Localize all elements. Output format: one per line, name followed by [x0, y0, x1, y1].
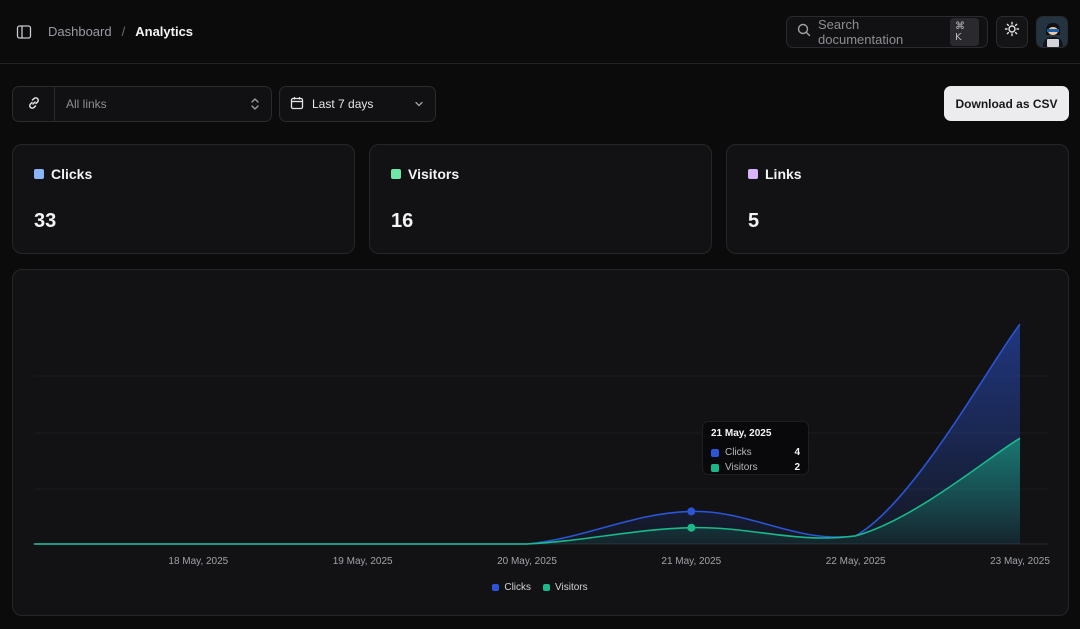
- tooltip-visitors-value: 2: [794, 462, 800, 473]
- point-visitors-4: [687, 523, 696, 532]
- x-tick-label: 20 May, 2025: [497, 556, 557, 567]
- point-clicks-4: [687, 507, 696, 516]
- legend-item-visitors[interactable]: Visitors: [543, 582, 588, 593]
- legend-visitors-label: Visitors: [555, 582, 588, 593]
- legend-item-clicks[interactable]: Clicks: [492, 582, 531, 593]
- chart-legend: Clicks Visitors: [0, 582, 1080, 593]
- legend-visitors-swatch: [543, 584, 551, 591]
- tooltip-visitors-label: Visitors: [725, 462, 758, 473]
- tooltip-row-clicks: Clicks 4: [711, 445, 800, 460]
- chart-tooltip: 21 May, 2025 Clicks 4 Visitors 2: [702, 421, 809, 475]
- tooltip-title: 21 May, 2025: [711, 428, 772, 439]
- x-tick-label: 22 May, 2025: [826, 556, 886, 567]
- line-clicks: [34, 323, 1021, 545]
- analytics-area-chart: 18 May, 2025 19 May, 2025 20 May, 2025 21 M…: [33, 323, 1050, 567]
- tooltip-clicks-label: Clicks: [725, 447, 752, 458]
- x-tick-label: 18 May, 2025: [168, 556, 228, 567]
- legend-clicks-label: Clicks: [504, 582, 532, 593]
- x-tick-label: 19 May, 2025: [333, 556, 393, 567]
- tooltip-row-visitors: Visitors 2: [711, 460, 800, 475]
- x-tick-label: 21 May, 2025: [661, 556, 721, 567]
- tooltip-clicks-swatch: [711, 448, 719, 457]
- area-clicks: [34, 324, 1020, 544]
- legend-clicks-swatch: [492, 584, 500, 591]
- x-tick-label: 23 May, 2025: [990, 556, 1050, 567]
- tooltip-clicks-value: 4: [794, 447, 800, 458]
- tooltip-visitors-swatch: [711, 463, 719, 472]
